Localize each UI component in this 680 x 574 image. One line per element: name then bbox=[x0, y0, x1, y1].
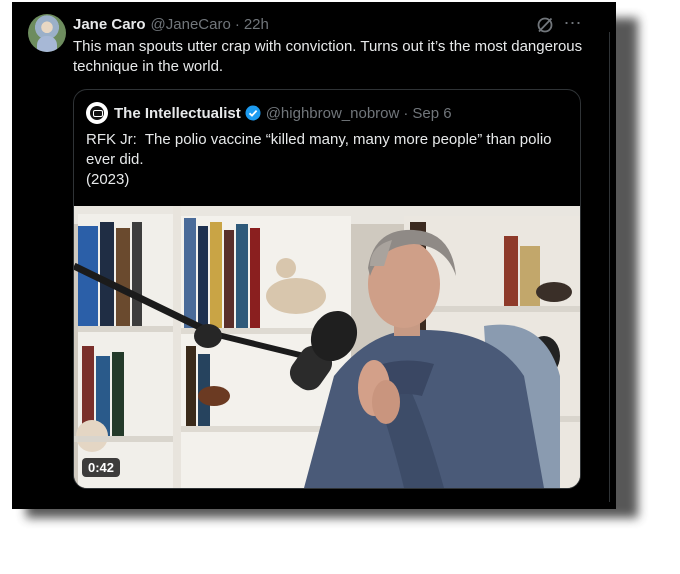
tweet-time[interactable]: 22h bbox=[244, 16, 269, 33]
verified-badge-icon bbox=[245, 105, 261, 121]
quoted-tweet-header: The Intellectualist @highbrow_nobrow · S… bbox=[86, 102, 452, 124]
tweet-card: Jane Caro @JaneCaro · 22h ⋯ This man spo… bbox=[12, 2, 616, 509]
video-thumbnail bbox=[74, 206, 580, 488]
quoted-author-avatar[interactable] bbox=[86, 102, 108, 124]
quoted-tweet-text: RFK Jr: The polio vaccine “killed many, … bbox=[86, 130, 566, 190]
divider bbox=[609, 32, 610, 502]
author-handle[interactable]: @JaneCaro bbox=[151, 16, 231, 33]
user-avatar[interactable] bbox=[28, 14, 66, 52]
quoted-tweet-date[interactable]: Sep 6 bbox=[412, 105, 451, 122]
quoted-author-name[interactable]: The Intellectualist bbox=[114, 105, 241, 122]
author-name[interactable]: Jane Caro bbox=[73, 16, 146, 33]
separator-dot: · bbox=[234, 15, 240, 33]
more-options-icon[interactable]: ⋯ bbox=[562, 12, 584, 34]
separator-dot: · bbox=[403, 104, 409, 122]
quoted-tweet-text-line2: (2023) bbox=[86, 171, 130, 188]
grok-icon[interactable] bbox=[536, 16, 554, 34]
tweet-header: Jane Caro @JaneCaro · 22h bbox=[73, 14, 269, 34]
video-duration: 0:42 bbox=[82, 458, 121, 477]
quoted-tweet-text-line1: RFK Jr: The polio vaccine “killed many, … bbox=[86, 131, 556, 168]
quoted-tweet[interactable]: The Intellectualist @highbrow_nobrow · S… bbox=[73, 89, 581, 489]
video-player[interactable]: 0:42 bbox=[74, 206, 580, 488]
tweet-text: This man spouts utter crap with convicti… bbox=[73, 38, 583, 75]
quoted-author-handle[interactable]: @highbrow_nobrow bbox=[266, 105, 400, 122]
